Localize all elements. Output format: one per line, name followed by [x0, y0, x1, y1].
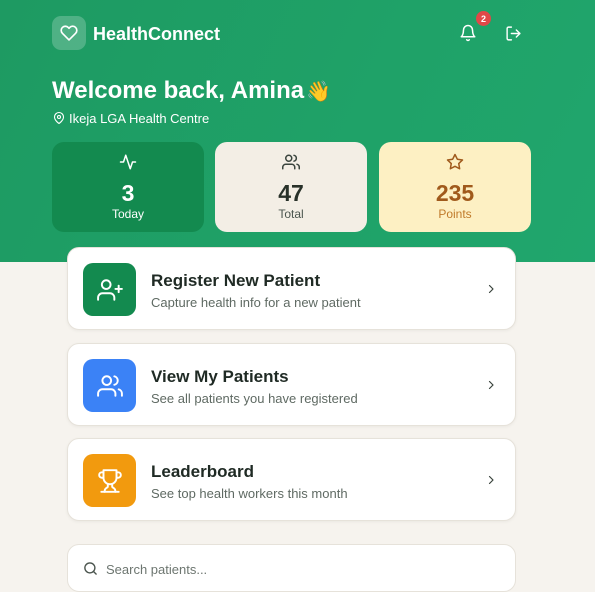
chevron-right-icon [488, 380, 494, 390]
card-subtitle: See all patients you have registered [151, 391, 358, 406]
location-label: Ikeja LGA Health Centre [69, 111, 210, 126]
stat-card-total: 47 Total [215, 142, 367, 232]
welcome-heading: Welcome back, Amina [52, 77, 305, 104]
heart-icon [60, 25, 78, 41]
header-banner: HealthConnect 2 Welcome back, Amina 👋 Ik… [0, 0, 595, 262]
register-patient-card[interactable]: Register New Patient Capture health info… [67, 247, 516, 330]
stat-value: 3 [121, 180, 135, 206]
action-icon-tile [83, 359, 136, 412]
action-icon-tile [83, 454, 136, 507]
star-icon [446, 153, 464, 170]
stat-card-points: 235 Points [379, 142, 531, 232]
users-icon [282, 154, 300, 170]
app-name: HealthConnect [93, 24, 221, 44]
search-icon [84, 562, 97, 575]
users-icon [96, 374, 123, 397]
chevron-right-icon [488, 475, 494, 485]
card-title: Leaderboard [151, 462, 254, 481]
stat-value: 47 [278, 180, 304, 206]
logo [52, 16, 86, 50]
bell-icon[interactable] [459, 24, 477, 42]
card-title: Register New Patient [151, 271, 321, 290]
card-subtitle: Capture health info for a new patient [151, 295, 361, 310]
activity-icon [119, 154, 137, 170]
view-patients-card[interactable]: View My Patients See all patients you ha… [67, 343, 516, 426]
stat-card-today: 3 Today [52, 142, 204, 232]
stat-label: Points [438, 207, 472, 221]
patient-search-box[interactable] [67, 544, 516, 592]
card-subtitle: See top health workers this month [151, 486, 348, 501]
map-pin-icon [53, 111, 65, 125]
stat-label: Total [278, 207, 304, 221]
leaderboard-card[interactable]: Leaderboard See top health workers this … [67, 438, 516, 521]
card-title: View My Patients [151, 367, 289, 386]
logout-icon[interactable] [505, 25, 522, 42]
stat-label: Today [111, 207, 145, 221]
user-plus-icon [96, 278, 123, 301]
waving-hand-icon: 👋 [306, 81, 331, 103]
notification-badge: 2 [476, 11, 491, 26]
action-icon-tile [83, 263, 136, 316]
trophy-icon [97, 468, 122, 493]
stat-value: 235 [435, 180, 475, 206]
search-input[interactable] [104, 557, 488, 581]
chevron-right-icon [488, 284, 494, 294]
